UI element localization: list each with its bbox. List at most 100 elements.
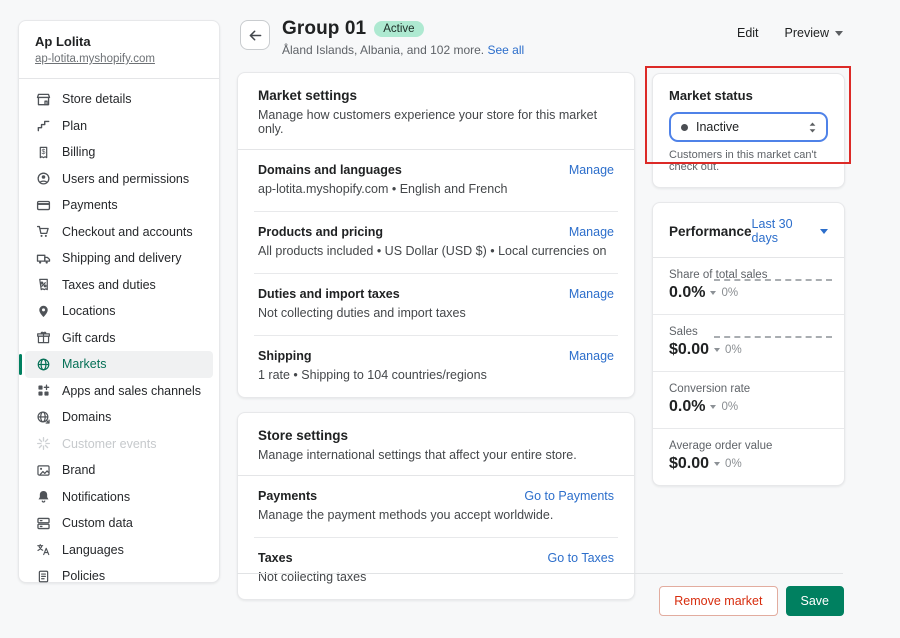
users-icon bbox=[35, 171, 51, 187]
sidebar-item-label: Store details bbox=[62, 92, 131, 106]
performance-title: Performance bbox=[669, 224, 752, 239]
arrow-left-icon bbox=[247, 27, 264, 44]
sidebar-item-label: Plan bbox=[62, 119, 87, 133]
section-payments: Payments Go to Payments Manage the payme… bbox=[238, 476, 634, 537]
sidebar-item-billing[interactable]: $ Billing bbox=[25, 139, 213, 166]
sidebar-item-gift-cards[interactable]: Gift cards bbox=[25, 325, 213, 352]
sidebar-item-label: Checkout and accounts bbox=[62, 225, 193, 239]
settings-nav: Store details Plan $ Billing Users and p… bbox=[19, 79, 219, 597]
section-title: Shipping bbox=[258, 349, 311, 363]
sidebar-item-label: Customer events bbox=[62, 437, 156, 451]
sidebar-item-policies[interactable]: Policies bbox=[25, 563, 213, 590]
secondary-column: Market status Inactive Customers in this… bbox=[652, 73, 845, 486]
metric-value: $0.00 bbox=[669, 455, 709, 473]
plan-icon bbox=[35, 118, 51, 134]
payments-icon bbox=[35, 197, 51, 213]
bell-icon bbox=[35, 489, 51, 505]
sidebar-item-custom-data[interactable]: Custom data bbox=[25, 510, 213, 537]
sidebar-item-label: Markets bbox=[62, 357, 106, 371]
market-settings-card: Market settings Manage how customers exp… bbox=[237, 72, 635, 398]
brand-image-icon bbox=[35, 462, 51, 478]
market-status-card: Market status Inactive Customers in this… bbox=[652, 73, 845, 188]
translate-icon bbox=[35, 542, 51, 558]
sidebar-item-markets[interactable]: Markets bbox=[25, 351, 213, 378]
sidebar-item-payments[interactable]: Payments bbox=[25, 192, 213, 219]
go-to-payments-link[interactable]: Go to Payments bbox=[524, 489, 614, 503]
metric-value: $0.00 bbox=[669, 341, 709, 359]
sidebar-item-label: Domains bbox=[62, 410, 111, 424]
sidebar-item-shipping-delivery[interactable]: Shipping and delivery bbox=[25, 245, 213, 272]
metric-label: Average order value bbox=[669, 440, 828, 452]
date-range-selector[interactable]: Last 30 days bbox=[752, 217, 828, 245]
date-range-label: Last 30 days bbox=[752, 217, 815, 245]
save-button[interactable]: Save bbox=[786, 586, 845, 616]
sidebar-item-plan[interactable]: Plan bbox=[25, 113, 213, 140]
sidebar-item-domains[interactable]: Domains bbox=[25, 404, 213, 431]
sparkline bbox=[714, 279, 832, 281]
back-button[interactable] bbox=[240, 20, 270, 50]
sidebar-item-languages[interactable]: Languages bbox=[25, 537, 213, 564]
metric-delta: 0% bbox=[721, 287, 738, 299]
sidebar-item-apps-sales-channels[interactable]: Apps and sales channels bbox=[25, 378, 213, 405]
sidebar-item-customer-events: Customer events bbox=[25, 431, 213, 458]
metric-label: Conversion rate bbox=[669, 383, 828, 395]
market-status-title: Market status bbox=[669, 88, 828, 103]
metric-delta: 0% bbox=[725, 458, 742, 470]
manage-domains-link[interactable]: Manage bbox=[569, 163, 614, 177]
card-description: Manage international settings that affec… bbox=[258, 448, 614, 462]
sidebar-item-label: Billing bbox=[62, 145, 95, 159]
sidebar-item-label: Users and permissions bbox=[62, 172, 189, 186]
sidebar-item-checkout-accounts[interactable]: Checkout and accounts bbox=[25, 219, 213, 246]
metric-value: 0.0% bbox=[669, 398, 705, 416]
card-title: Market settings bbox=[258, 88, 614, 103]
go-to-taxes-link[interactable]: Go to Taxes bbox=[548, 551, 614, 565]
sidebar-item-notifications[interactable]: Notifications bbox=[25, 484, 213, 511]
sidebar-item-locations[interactable]: Locations bbox=[25, 298, 213, 325]
sidebar-item-label: Taxes and duties bbox=[62, 278, 156, 292]
apps-grid-icon bbox=[35, 383, 51, 399]
cart-icon bbox=[35, 224, 51, 240]
preview-button[interactable]: Preview bbox=[785, 26, 843, 40]
sidebar-item-label: Apps and sales channels bbox=[62, 384, 201, 398]
edit-button[interactable]: Edit bbox=[737, 26, 759, 40]
taxes-icon bbox=[35, 277, 51, 293]
status-badge: Active bbox=[374, 21, 423, 37]
sidebar-item-brand[interactable]: Brand bbox=[25, 457, 213, 484]
manage-duties-link[interactable]: Manage bbox=[569, 287, 614, 301]
metric-share-of-total-sales: Share of total sales 0.0% 0% bbox=[653, 258, 844, 314]
remove-market-button[interactable]: Remove market bbox=[659, 586, 777, 616]
store-domain-link[interactable]: ap-lotita.myshopify.com bbox=[35, 53, 155, 65]
section-description: All products included • US Dollar (USD $… bbox=[258, 244, 614, 258]
sparkline bbox=[714, 336, 832, 338]
chevron-down-icon bbox=[835, 31, 843, 36]
delta-down-icon bbox=[714, 348, 720, 352]
section-title: Taxes bbox=[258, 551, 293, 565]
sidebar-item-users-permissions[interactable]: Users and permissions bbox=[25, 166, 213, 193]
sidebar-item-taxes-duties[interactable]: Taxes and duties bbox=[25, 272, 213, 299]
sidebar-item-label: Policies bbox=[62, 569, 105, 583]
manage-products-link[interactable]: Manage bbox=[569, 225, 614, 239]
gift-icon bbox=[35, 330, 51, 346]
card-title: Store settings bbox=[258, 428, 614, 443]
card-description: Manage how customers experience your sto… bbox=[258, 108, 614, 136]
metric-sales: Sales $0.00 0% bbox=[653, 314, 844, 371]
section-description: ap-lotita.myshopify.com • English and Fr… bbox=[258, 182, 614, 196]
truck-icon bbox=[35, 250, 51, 266]
metric-value: 0.0% bbox=[669, 284, 705, 302]
sidebar-item-store-details[interactable]: Store details bbox=[25, 86, 213, 113]
sidebar-item-label: Brand bbox=[62, 463, 95, 477]
sidebar-item-label: Languages bbox=[62, 543, 124, 557]
section-title: Payments bbox=[258, 489, 317, 503]
settings-page: Ap Lolita ap-lotita.myshopify.com Store … bbox=[0, 0, 900, 638]
manage-shipping-link[interactable]: Manage bbox=[569, 349, 614, 363]
sidebar-item-label: Payments bbox=[62, 198, 118, 212]
status-helper-text: Customers in this market can't check out… bbox=[669, 149, 828, 173]
see-all-link[interactable]: See all bbox=[487, 43, 524, 57]
store-header: Ap Lolita ap-lotita.myshopify.com bbox=[19, 21, 219, 78]
storefront-icon bbox=[35, 91, 51, 107]
svg-text:$: $ bbox=[41, 149, 45, 156]
store-name: Ap Lolita bbox=[35, 34, 203, 49]
metric-average-order-value: Average order value $0.00 0% bbox=[653, 428, 844, 485]
market-status-select[interactable]: Inactive bbox=[669, 112, 828, 142]
selected-status-label: Inactive bbox=[696, 120, 800, 134]
